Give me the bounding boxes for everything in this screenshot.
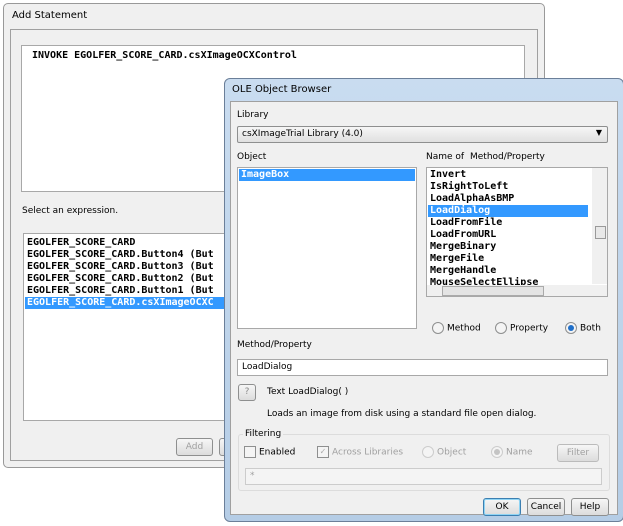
member-item[interactable]: LoadFromURL bbox=[428, 229, 588, 241]
statement-text: INVOKE EGOLFER_SCORE_CARD.csXImageOCXCon… bbox=[32, 50, 297, 61]
member-list[interactable]: Invert IsRightToLeft LoadAlphaAsBMP LoadDia… bbox=[426, 167, 608, 297]
member-item[interactable]: LoadAlphaAsBMP bbox=[428, 193, 588, 205]
radio-property[interactable]: Property bbox=[495, 322, 548, 334]
member-item[interactable]: LoadDialog bbox=[428, 205, 588, 217]
across-libraries-label: Across Libraries bbox=[332, 447, 404, 458]
radio-both[interactable]: Both bbox=[565, 322, 601, 334]
object-item[interactable]: ImageBox bbox=[239, 169, 415, 181]
name-radio[interactable]: Name bbox=[491, 446, 533, 458]
filter-input[interactable]: * bbox=[245, 468, 602, 485]
expression-item[interactable]: EGOLFER_SCORE_CARD.Button1 (But bbox=[25, 285, 253, 297]
cancel-button[interactable]: Cancel bbox=[527, 498, 565, 516]
member-item[interactable]: MergeHandle bbox=[428, 265, 588, 277]
method-property-header: Method/Property bbox=[470, 152, 545, 162]
filter-button[interactable]: Filter bbox=[557, 444, 599, 462]
enabled-checkbox[interactable]: Enabled bbox=[244, 446, 295, 458]
member-item[interactable]: MergeBinary bbox=[428, 241, 588, 253]
ole-object-browser-dialog: OLE Object Browser Library csXImageTrial… bbox=[224, 78, 623, 522]
object-label: Object bbox=[237, 152, 267, 162]
across-libraries-checkbox[interactable]: ✓ Across Libraries bbox=[317, 446, 403, 458]
method-property-input[interactable]: LoadDialog bbox=[237, 359, 608, 376]
name-radio-label: Name bbox=[506, 447, 533, 458]
member-item[interactable]: IsRightToLeft bbox=[428, 181, 588, 193]
name-of-label: Name of bbox=[426, 152, 465, 162]
add-button[interactable]: Add bbox=[176, 438, 213, 456]
description-text: Loads an image from disk using a standar… bbox=[267, 409, 537, 419]
select-expression-label: Select an expression. bbox=[22, 206, 119, 216]
signature-text: Text LoadDialog( ) bbox=[267, 387, 349, 397]
expression-item[interactable]: EGOLFER_SCORE_CARD.Button3 (But bbox=[25, 261, 253, 273]
expression-list[interactable]: EGOLFER_SCORE_CARD EGOLFER_SCORE_CARD.But… bbox=[23, 233, 255, 421]
library-label: Library bbox=[237, 110, 269, 120]
object-radio-label: Object bbox=[437, 447, 467, 458]
filter-value: * bbox=[250, 471, 255, 481]
help-icon-button[interactable]: ? bbox=[238, 384, 256, 401]
radio-method[interactable]: Method bbox=[432, 322, 481, 334]
chevron-down-icon: ▼ bbox=[595, 128, 602, 137]
dialog-title: OLE Object Browser bbox=[232, 84, 332, 95]
method-property-value: LoadDialog bbox=[242, 362, 293, 372]
radio-method-label: Method bbox=[447, 323, 481, 334]
library-value: csXImageTrial Library (4.0) bbox=[242, 129, 363, 139]
object-list[interactable]: ImageBox bbox=[237, 167, 417, 329]
enabled-label: Enabled bbox=[259, 447, 296, 458]
dialog-title: Add Statement bbox=[12, 10, 88, 21]
hscroll-thumb[interactable] bbox=[442, 286, 544, 296]
method-property-label: Method/Property bbox=[237, 340, 312, 350]
expression-item[interactable]: EGOLFER_SCORE_CARD.Button2 (But bbox=[25, 273, 253, 285]
expression-item[interactable]: EGOLFER_SCORE_CARD bbox=[25, 237, 253, 249]
radio-property-label: Property bbox=[510, 323, 549, 334]
member-item[interactable]: MergeFile bbox=[428, 253, 588, 265]
expression-item[interactable]: EGOLFER_SCORE_CARD.Button4 (But bbox=[25, 249, 253, 261]
expression-item[interactable]: EGOLFER_SCORE_CARD.csXImageOCXC bbox=[25, 297, 253, 309]
ok-button[interactable]: OK bbox=[483, 498, 521, 516]
vertical-scrollbar[interactable] bbox=[592, 168, 607, 284]
member-item[interactable]: LoadFromFile bbox=[428, 217, 588, 229]
scroll-thumb[interactable] bbox=[595, 226, 606, 239]
object-radio[interactable]: Object bbox=[422, 446, 466, 458]
help-button[interactable]: Help bbox=[571, 498, 609, 516]
horizontal-scrollbar[interactable] bbox=[427, 285, 607, 296]
library-dropdown[interactable]: csXImageTrial Library (4.0) ▼ bbox=[237, 126, 608, 143]
filtering-label: Filtering bbox=[243, 429, 284, 439]
radio-both-label: Both bbox=[580, 323, 601, 334]
member-item[interactable]: Invert bbox=[428, 169, 588, 181]
